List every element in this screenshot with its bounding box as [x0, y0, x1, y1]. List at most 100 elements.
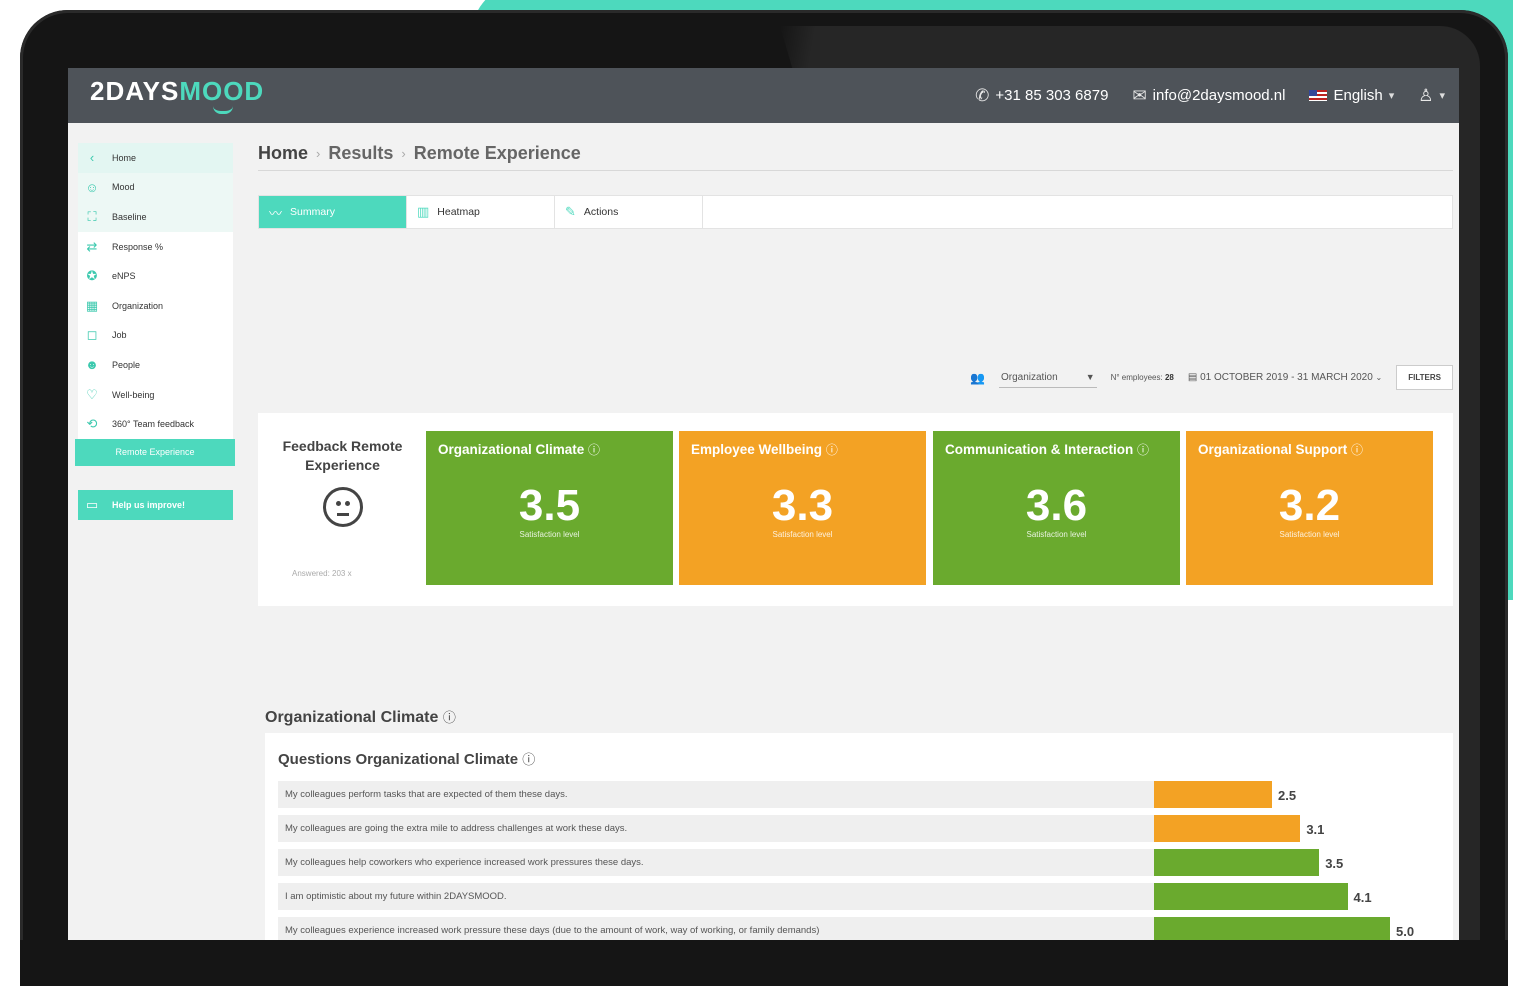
main-content: Home › Results › Remote Experience 〰 Summ… [258, 143, 1453, 940]
mail-icon: ✉ [1132, 85, 1147, 105]
card-title: Organizational Climate ⓘ [438, 442, 601, 457]
info-icon[interactable]: ⓘ [522, 752, 535, 767]
grid-icon: ▥ [417, 204, 430, 219]
sidebar-item-home[interactable]: ‹ Home [78, 143, 233, 173]
sidebar-item-job[interactable]: ◻ Job [78, 320, 233, 351]
employee-count: N° employees: 28 [1111, 373, 1174, 382]
sidebar-item-people[interactable]: ☻ People [78, 350, 233, 380]
breadcrumb-results[interactable]: Results [328, 143, 393, 164]
sidebar-item-enps[interactable]: ✪ eNPS [78, 261, 233, 291]
chevron-down-icon: ⌄ [1375, 373, 1383, 382]
logo[interactable]: 2DAYSMOOD [90, 76, 264, 107]
chevron-down-icon: ▾ [1388, 90, 1395, 102]
card-label: Satisfaction level [772, 530, 833, 539]
sidebar-item-wellbeing[interactable]: ♡ Well-being [78, 379, 233, 410]
group-icon: 👥 [970, 370, 985, 385]
question-bar[interactable] [1154, 883, 1348, 910]
info-icon[interactable]: ⓘ [1137, 443, 1149, 457]
sidebar-item-label: Response % [112, 241, 164, 252]
info-icon[interactable]: ⓘ [1351, 443, 1363, 457]
filters-button[interactable]: FILTERS [1396, 365, 1453, 390]
question-bar[interactable] [1154, 849, 1320, 876]
breadcrumb-separator: › [401, 146, 406, 161]
logo-main: 2DAYS [90, 76, 180, 106]
tab-bar: 〰 Summary ▥ Heatmap ✎ Actions [258, 195, 1453, 229]
question-bar[interactable] [1154, 917, 1390, 940]
questions-panel: Questions Organizational Climate ⓘ My co… [265, 733, 1453, 940]
filter-bar: 👥 Organization ▼ N° employees: 28 ▤ 01 O… [970, 365, 1453, 390]
sidebar-item-label: 360° Team feedback [112, 419, 194, 430]
sidebar-item-remote-experience[interactable]: Remote Experience [75, 438, 235, 466]
user-menu[interactable]: ♙ ▾ [1418, 86, 1445, 106]
team-icon: ⟲ [86, 416, 98, 432]
info-icon[interactable]: ⓘ [826, 443, 838, 457]
sidebar-item-response[interactable]: ⇄ Response % [78, 231, 233, 262]
phone-number: +31 85 303 6879 [995, 87, 1109, 104]
question-row: My colleagues perform tasks that are exp… [278, 781, 1154, 808]
questions-title: Questions Organizational Climate ⓘ [278, 751, 536, 768]
briefcase-icon: ◻ [86, 327, 98, 343]
sidebar-item-mood[interactable]: ☺ Mood [78, 172, 233, 203]
phone-icon: ✆ [975, 85, 990, 105]
sidebar-item-label: Baseline [112, 211, 147, 222]
help-us-improve-button[interactable]: ▭ Help us improve! [78, 489, 233, 520]
expand-icon: ⛶ [87, 208, 97, 224]
card-employee-wellbeing[interactable]: Employee Wellbeing ⓘ 3.3 Satisfaction le… [679, 431, 926, 585]
tab-heatmap[interactable]: ▥ Heatmap [407, 196, 555, 228]
tab-label: Actions [583, 206, 619, 218]
card-organizational-support[interactable]: Organizational Support ⓘ 3.2 Satisfactio… [1186, 431, 1433, 585]
email-address: info@2daysmood.nl [1152, 87, 1286, 104]
answered-count: Answered: 203 x [292, 569, 352, 578]
us-flag-icon [1309, 90, 1328, 101]
heart-icon: ♡ [86, 386, 98, 402]
breadcrumb-home[interactable]: Home [258, 143, 308, 164]
card-organizational-climate[interactable]: Organizational Climate ⓘ 3.5 Satisfactio… [426, 431, 673, 585]
top-right-actions: ✆ +31 85 303 6879 ✉ info@2daysmood.nl En… [975, 68, 1445, 123]
date-range-picker[interactable]: ▤ 01 OCTOBER 2019 - 31 MARCH 2020 ⌄ [1188, 372, 1382, 383]
chevron-left-icon: ‹ [89, 150, 95, 166]
card-label: Satisfaction level [1026, 530, 1087, 539]
info-icon[interactable]: ⓘ [588, 443, 600, 457]
sidebar-item-baseline[interactable]: ⛶ Baseline [78, 202, 233, 232]
question-bar[interactable] [1154, 781, 1272, 808]
caret-down-icon: ▼ [1085, 372, 1095, 382]
summary-panel: Feedback Remote Experience Answered: 203… [258, 413, 1453, 606]
sidebar-item-organization[interactable]: ▦ Organization [78, 290, 233, 321]
card-label: Satisfaction level [519, 530, 580, 539]
feedback-summary: Feedback Remote Experience [270, 437, 415, 527]
tab-actions[interactable]: ✎ Actions [555, 196, 703, 228]
neutral-face-icon [322, 487, 363, 527]
card-value: 3.3 [771, 481, 834, 530]
card-communication-interaction[interactable]: Communication & Interaction ⓘ 3.6 Satisf… [933, 431, 1180, 585]
breadcrumb-current: Remote Experience [413, 143, 581, 163]
wrench-icon: ✎ [565, 204, 576, 219]
logo-smile-icon [213, 106, 233, 114]
question-bar[interactable] [1154, 815, 1301, 842]
sidebar-item-label: Well-being [112, 389, 155, 400]
sidebar-item-label: People [112, 359, 141, 370]
question-value-label: 5.0 [1396, 924, 1415, 939]
card-title: Employee Wellbeing ⓘ [691, 442, 838, 457]
date-range-value: 01 OCTOBER 2019 - 31 MARCH 2020 [1200, 372, 1373, 383]
phone-contact[interactable]: ✆ +31 85 303 6879 [975, 86, 1108, 106]
calendar-icon: ▤ [1187, 372, 1198, 383]
info-icon[interactable]: ⓘ [443, 710, 456, 725]
sidebar-item-team-feedback[interactable]: ⟲ 360° Team feedback [78, 409, 233, 439]
tab-summary[interactable]: 〰 Summary [259, 196, 407, 228]
help-button-label: Help us improve! [112, 499, 186, 510]
sidebar: ‹ Home ☺ Mood ⛶ Baseline ⇄ Response % ✪ eNPS … [75, 143, 235, 520]
repeat-icon: ⇄ [86, 238, 98, 254]
app-screen: 2DAYSMOOD ✆ +31 85 303 6879 ✉ info@2days… [68, 68, 1459, 940]
sidebar-item-label: Mood [112, 182, 135, 193]
breadcrumb-separator: › [316, 146, 321, 161]
feedback-icon: ▭ [85, 496, 99, 512]
building-icon: ▦ [85, 297, 99, 313]
top-bar: 2DAYSMOOD ✆ +31 85 303 6879 ✉ info@2days… [68, 68, 1459, 123]
organization-select[interactable]: Organization ▼ [998, 368, 1097, 388]
smiley-icon: ☺ [85, 179, 99, 195]
feedback-title: Feedback Remote Experience [282, 438, 403, 473]
logo-accent: MOOD [179, 76, 265, 106]
email-contact[interactable]: ✉ info@2daysmood.nl [1132, 86, 1285, 106]
trend-icon: 〰 [269, 205, 283, 221]
language-selector[interactable]: English ▾ [1309, 87, 1394, 104]
